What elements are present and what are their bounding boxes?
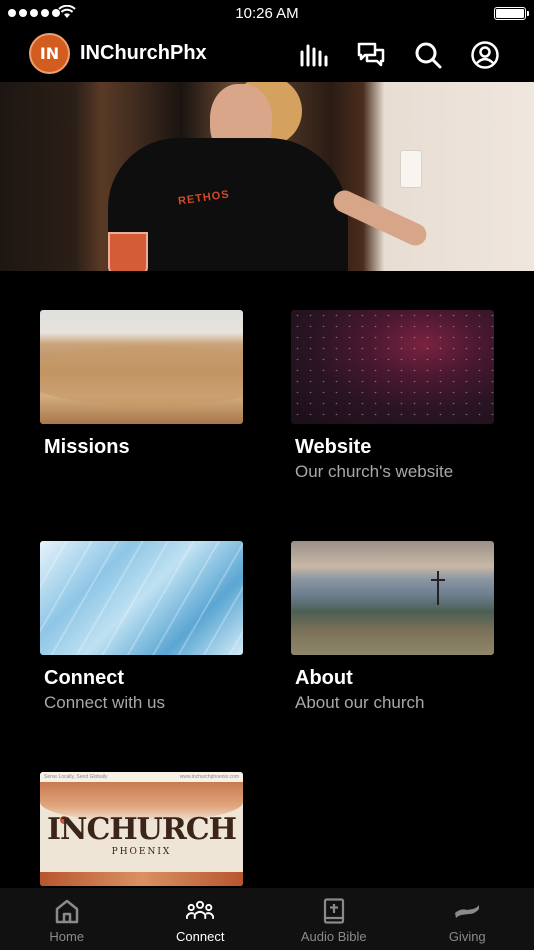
tab-audio-bible[interactable]: Audio Bible xyxy=(267,888,401,950)
about-image xyxy=(291,541,494,655)
bible-icon xyxy=(323,898,344,924)
tile-connect[interactable]: Connect Connect with us xyxy=(40,541,243,713)
tile-missions[interactable]: Missions xyxy=(40,310,243,459)
equalizer-icon[interactable] xyxy=(298,40,328,70)
chat-icon[interactable] xyxy=(356,40,386,70)
tile-about[interactable]: About About our church xyxy=(291,541,494,713)
tile-title: Missions xyxy=(44,436,130,458)
status-time: 10:26 AM xyxy=(235,5,299,22)
hero-image: RETHOS xyxy=(0,82,534,271)
tab-connect[interactable]: Connect xyxy=(134,888,268,950)
light-switch xyxy=(400,150,422,188)
app-title: INChurchPhx xyxy=(80,42,207,64)
giving-icon xyxy=(455,905,480,918)
website-image xyxy=(291,310,494,424)
people-icon xyxy=(186,900,215,919)
tile-title: About xyxy=(295,667,353,689)
bottom-tab-bar: Home Connect Audio Bible Giving xyxy=(0,888,534,950)
tab-label: Audio Bible xyxy=(300,929,367,944)
drink-glass xyxy=(108,232,148,271)
app-header: IN INChurchPhx xyxy=(0,28,534,82)
connect-image xyxy=(40,541,243,655)
tile-subtitle: Connect with us xyxy=(44,693,165,712)
poster-tagline: Serve Locally, Send Globally xyxy=(44,774,108,780)
tab-label: Connect xyxy=(176,929,225,944)
tile-subtitle: About our church xyxy=(295,693,425,712)
church-logo[interactable]: IN xyxy=(29,33,70,74)
tab-label: Giving xyxy=(448,929,486,944)
tab-home[interactable]: Home xyxy=(0,888,134,950)
poster-brand-sub: PHOENIX xyxy=(111,847,172,857)
tile-inchurch-poster[interactable]: Serve Locally, Send Globally www.inchurch… xyxy=(40,772,243,886)
poster-image: Serve Locally, Send Globally www.inchurch… xyxy=(40,772,243,886)
home-icon xyxy=(55,899,78,924)
search-icon[interactable] xyxy=(413,40,443,70)
poster-url: www.inchurchphoenix.com xyxy=(179,774,239,780)
battery-icon xyxy=(494,7,529,20)
tab-label: Home xyxy=(49,929,85,944)
status-bar: 10:26 AM xyxy=(0,0,534,28)
poster-brand: INCHURCH xyxy=(47,812,237,847)
tile-title: Connect xyxy=(44,667,124,689)
tile-title: Website xyxy=(295,436,372,458)
tile-subtitle: Our church's website xyxy=(295,462,454,481)
missions-image xyxy=(40,310,243,424)
tile-website[interactable]: Website Our church's website xyxy=(291,310,494,482)
account-icon[interactable] xyxy=(470,40,500,70)
tab-giving[interactable]: Giving xyxy=(401,888,534,950)
